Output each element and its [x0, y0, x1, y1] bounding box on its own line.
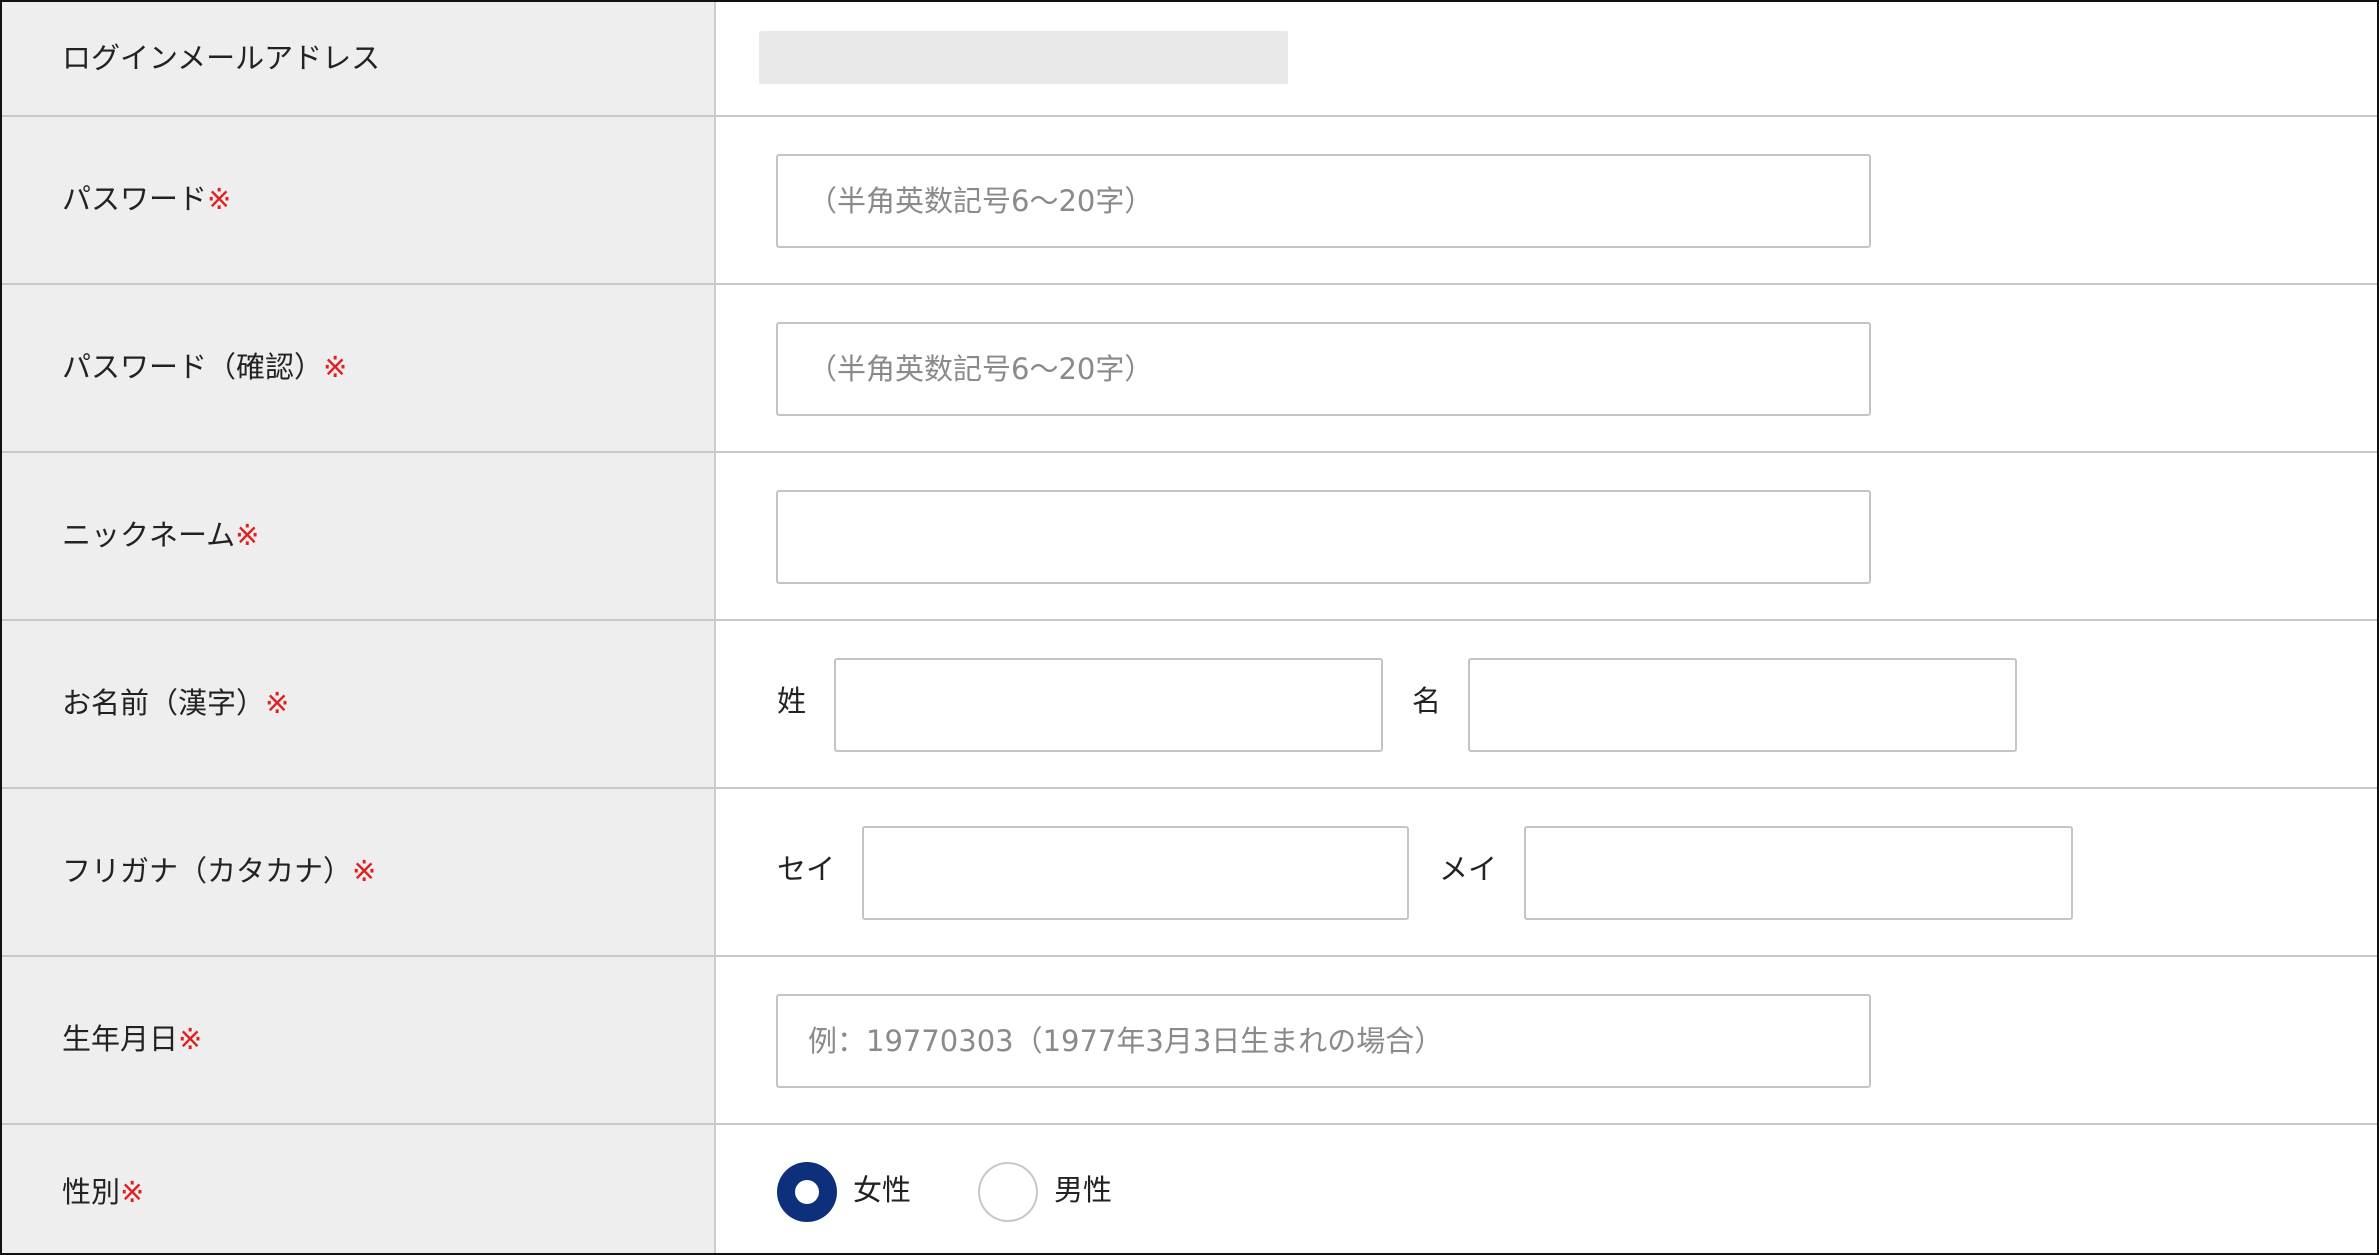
email-label: ログインメールアドレス	[62, 41, 381, 75]
email-value-masked	[759, 31, 1288, 84]
gender-label: 性別※	[62, 1175, 145, 1209]
required-mark: ※	[352, 854, 377, 888]
first-name-kana-label: メイ	[1439, 852, 1498, 886]
required-mark: ※	[265, 686, 290, 720]
name-kanji-label: お名前（漢字）※	[62, 686, 290, 720]
gender-option-female-label[interactable]: 女性	[853, 1170, 911, 1210]
password-label: パスワード※	[62, 182, 232, 216]
row-email: ログインメールアドレス	[2, 2, 2377, 116]
gender-radio-female[interactable]	[777, 1162, 837, 1222]
required-mark: ※	[207, 182, 232, 216]
required-mark: ※	[235, 518, 260, 552]
password-input[interactable]	[776, 154, 1871, 248]
row-birthdate: 生年月日※	[2, 957, 2377, 1125]
last-name-kana-label: セイ	[777, 852, 836, 886]
last-name-kana-input[interactable]	[862, 826, 1409, 920]
password-confirm-input[interactable]	[776, 322, 1871, 416]
birthdate-input[interactable]	[776, 994, 1871, 1088]
row-name-kana: フリガナ（カタカナ）※ セイ メイ	[2, 789, 2377, 957]
required-mark: ※	[178, 1022, 203, 1056]
last-name-input[interactable]	[834, 658, 1383, 752]
first-name-label: 名	[1412, 684, 1442, 718]
required-mark: ※	[120, 1175, 145, 1209]
row-gender: 性別※ 女性 男性	[2, 1125, 2377, 1255]
row-name-kanji: お名前（漢字）※ 姓 名	[2, 621, 2377, 789]
name-kana-label: フリガナ（カタカナ）※	[62, 854, 377, 888]
required-mark: ※	[323, 350, 348, 384]
row-password-confirm: パスワード（確認）※	[2, 285, 2377, 453]
row-nickname: ニックネーム※	[2, 453, 2377, 621]
gender-radio-male[interactable]	[978, 1162, 1038, 1222]
gender-option-male-label[interactable]: 男性	[1054, 1170, 1112, 1210]
last-name-label: 姓	[777, 684, 807, 718]
nickname-label: ニックネーム※	[62, 518, 260, 552]
first-name-input[interactable]	[1468, 658, 2017, 752]
birthdate-label: 生年月日※	[62, 1022, 203, 1056]
radio-dot	[795, 1180, 819, 1204]
registration-form: ログインメールアドレス パスワード※ パスワード（確認）※ ニックネーム※ お名…	[0, 0, 2379, 1255]
password-confirm-label: パスワード（確認）※	[62, 350, 348, 384]
row-password: パスワード※	[2, 117, 2377, 285]
nickname-input[interactable]	[776, 490, 1871, 584]
first-name-kana-input[interactable]	[1524, 826, 2073, 920]
